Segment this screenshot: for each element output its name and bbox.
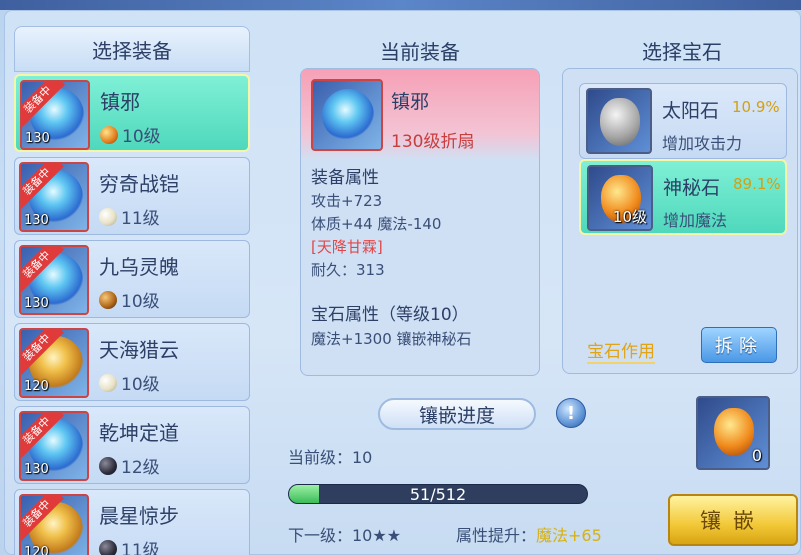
gem-attr-title: 宝石属性（等级10） xyxy=(311,305,469,325)
current-equipment-title: 当前装备 xyxy=(380,40,460,64)
equipment-icon: 装备中 130 xyxy=(20,80,90,150)
attr-line: 体质+44 魔法-140 xyxy=(311,215,442,233)
equipment-name: 天海猎云 xyxy=(99,338,179,362)
dismantle-button[interactable]: 拆除 xyxy=(701,327,777,363)
equipment-gem: 11级 xyxy=(99,536,160,555)
star-icon: ★★ xyxy=(372,526,402,545)
equipment-icon: 装备中 130 xyxy=(19,411,89,481)
gem-cost-slot: 0 xyxy=(696,396,770,470)
progress-text: 51/512 xyxy=(409,485,467,504)
equipment-icon: 装备中 130 xyxy=(19,162,89,232)
inlay-progress-title: 镶嵌进度 xyxy=(378,398,536,430)
equipment-gem: 10级 xyxy=(100,122,161,147)
gem-level: 11级 xyxy=(121,541,160,555)
gem-level: 10级 xyxy=(121,375,160,395)
gem-select-panel: 10级 神秘石 89.1% 增加魔法 太阳石 10.9% 增加攻击力 宝石作用 拆除 xyxy=(562,68,798,374)
equipment-level: 120 xyxy=(24,545,49,555)
equipment-name: 镇邪 xyxy=(391,91,430,113)
equipment-icon xyxy=(311,79,383,151)
gem-icon xyxy=(99,373,117,392)
inlay-progress-bar: 51/512 xyxy=(288,484,588,504)
top-strip xyxy=(0,0,801,10)
gem-rate: 89.1% xyxy=(733,175,781,193)
equipment-name: 晨星惊步 xyxy=(99,504,179,528)
equipment-gem: 10级 xyxy=(99,287,160,312)
next-level: 下一级：10★★ xyxy=(288,522,401,546)
equipment-type: 130级折扇 xyxy=(391,132,475,152)
gem-icon xyxy=(99,539,117,555)
equipment-level: 120 xyxy=(24,379,49,394)
gem-icon xyxy=(99,456,117,475)
next-level-label: 下一级：10 xyxy=(288,526,373,545)
equipment-gem: 11级 xyxy=(99,204,160,229)
current-level: 当前级：10 xyxy=(288,448,373,467)
gem-slot: 10级 xyxy=(587,165,653,231)
attr-up-value: 魔法+65 xyxy=(536,526,602,545)
gem-attributes: 宝石属性（等级10） 魔法+1300 镶嵌神秘石 xyxy=(311,303,472,351)
gem-name: 太阳石 xyxy=(662,100,720,122)
equipment-icon: 装备中 120 xyxy=(19,494,89,555)
equipment-level: 130 xyxy=(25,131,50,146)
gem-select-title: 选择宝石 xyxy=(642,40,722,64)
gem-option[interactable]: 太阳石 10.9% 增加攻击力 xyxy=(579,83,787,159)
equipment-item[interactable]: 装备中 130 穷奇战铠 11级 xyxy=(14,157,250,235)
equipment-name: 九乌灵魄 xyxy=(99,255,179,279)
equipment-select-title: 选择装备 xyxy=(14,26,250,72)
equipment-gem: 12级 xyxy=(99,453,160,478)
gem-description: 增加攻击力 xyxy=(662,134,743,153)
info-icon[interactable]: ! xyxy=(556,398,586,428)
equipment-level: 130 xyxy=(24,296,49,311)
gem-option[interactable]: 10级 神秘石 89.1% 增加魔法 xyxy=(579,159,787,235)
gem-level: 11级 xyxy=(121,209,160,229)
gem-level: 12级 xyxy=(121,458,160,478)
attr-section-title: 装备属性 xyxy=(311,168,379,188)
equipment-name: 镇邪 xyxy=(100,90,140,114)
gem-icon xyxy=(100,125,118,144)
equipment-item[interactable]: 装备中 120 天海猎云 10级 xyxy=(14,323,250,401)
gem-level: 10级 xyxy=(121,292,160,312)
current-equipment-card: 镇邪 130级折扇 装备属性 攻击+723 体质+44 魔法-140 [天降甘霖… xyxy=(300,68,540,376)
gem-description: 增加魔法 xyxy=(663,211,728,230)
equipment-icon: 装备中 120 xyxy=(19,328,89,398)
equipment-item[interactable]: 装备中 130 乾坤定道 12级 xyxy=(14,406,250,484)
gem-stone-icon xyxy=(600,98,640,146)
gem-level: 10级 xyxy=(122,127,161,147)
equipment-level: 130 xyxy=(24,213,49,228)
equipment-select-panel: 选择装备 装备中 130 镇邪 10级 装备中 130 穷奇战铠 11级 装备中 130 九乌灵魄 1… xyxy=(14,26,250,555)
mystic-stone-icon xyxy=(714,408,754,456)
equipment-level: 130 xyxy=(24,462,49,477)
attr-up-label: 属性提升： xyxy=(456,526,537,545)
attr-line: 攻击+723 xyxy=(311,192,383,210)
gem-attr-line: 魔法+1300 镶嵌神秘石 xyxy=(311,330,472,348)
equipment-item[interactable]: 装备中 130 九乌灵魄 10级 xyxy=(14,240,250,318)
gem-slot xyxy=(586,88,652,154)
gem-icon xyxy=(99,290,117,309)
equipment-item[interactable]: 装备中 130 镇邪 10级 xyxy=(14,74,250,152)
durability: 耐久：313 xyxy=(311,261,385,279)
gem-name: 神秘石 xyxy=(663,177,721,199)
inlay-button[interactable]: 镶嵌 xyxy=(668,494,798,546)
gem-icon xyxy=(99,207,117,226)
equipment-gem: 10级 xyxy=(99,370,160,395)
equipment-name: 穷奇战铠 xyxy=(99,172,179,196)
attribute-increase: 属性提升：魔法+65 xyxy=(456,522,602,546)
equipment-attributes: 装备属性 攻击+723 体质+44 魔法-140 [天降甘霖] 耐久：313 xyxy=(311,167,441,282)
equipment-icon: 装备中 130 xyxy=(19,245,89,315)
equipment-list: 装备中 130 镇邪 10级 装备中 130 穷奇战铠 11级 装备中 130 九乌灵魄 10级 装备中… xyxy=(14,74,250,555)
equipment-item[interactable]: 装备中 120 晨星惊步 11级 xyxy=(14,489,250,555)
special-effect: [天降甘霖] xyxy=(311,238,383,256)
equipment-name: 乾坤定道 xyxy=(99,421,179,445)
gem-effect-link[interactable]: 宝石作用 xyxy=(587,337,655,364)
gem-level: 10级 xyxy=(612,208,647,226)
gem-cost-count: 0 xyxy=(751,446,762,465)
gem-rate: 10.9% xyxy=(732,98,780,116)
